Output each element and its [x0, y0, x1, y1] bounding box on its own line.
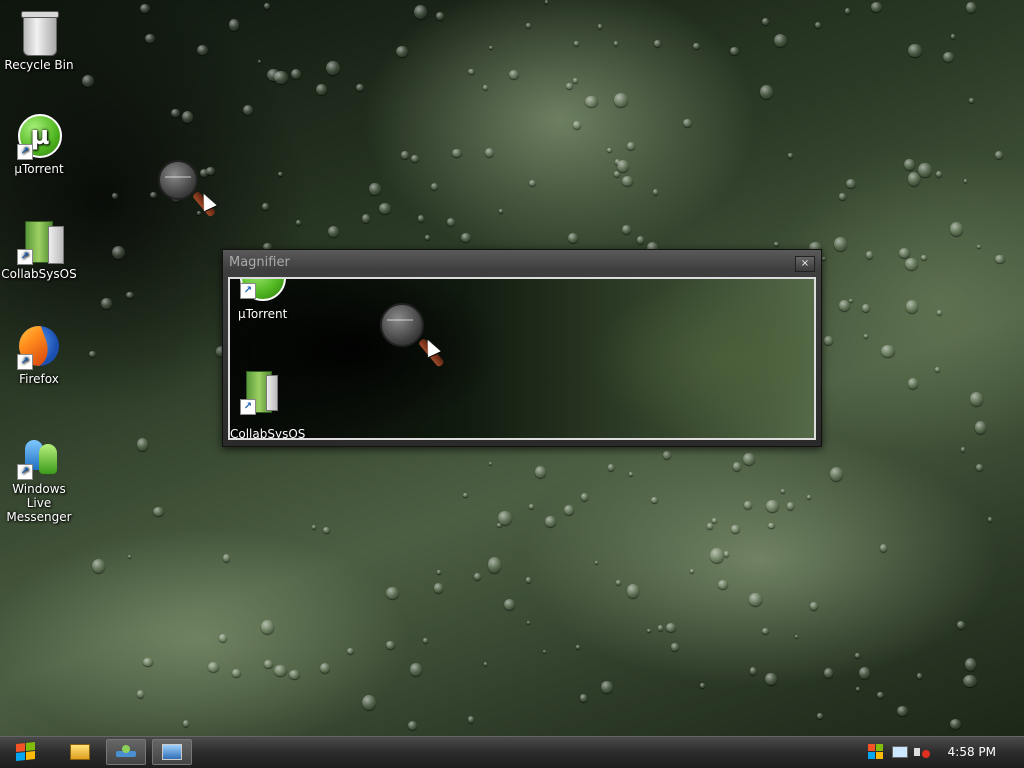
desktop-icon-label: Firefox [19, 372, 59, 386]
monitor-icon [162, 744, 182, 760]
desktop-icon-label: Recycle Bin [4, 58, 74, 72]
utorrent-desktop-icon[interactable]: µ ↗ µTorrent [0, 112, 78, 176]
taskbar-explorer-button[interactable] [60, 739, 100, 765]
taskbar-network-button[interactable] [106, 739, 146, 765]
magnified-label: µTorrent [238, 307, 288, 321]
taskbar: 4:58 PM [0, 736, 1024, 768]
magnified-view: ↗ µTorrent ↗ CollabSysOS [228, 277, 816, 440]
magnifier-title: Magnifier [229, 255, 290, 270]
start-button[interactable] [6, 739, 46, 765]
shortcut-arrow-icon: ↗ [17, 354, 33, 370]
messenger-icon: ↗ [15, 432, 63, 480]
recycle-bin-desktop-icon[interactable]: Recycle Bin [0, 8, 78, 72]
utorrent-icon: µ ↗ [15, 112, 63, 160]
magnified-label: CollabSysOS [230, 427, 306, 440]
volume-muted-tray-icon[interactable] [914, 744, 930, 760]
folder-icon: ↗ [240, 367, 280, 415]
magnifier-window[interactable]: Magnifier × ↗ µTorrent ↗ CollabSysOS [222, 249, 822, 447]
collabsysos-desktop-icon[interactable]: ↗ CollabSysOS [0, 217, 78, 281]
recycle-bin-icon [15, 8, 63, 56]
firefox-icon: ↗ [15, 322, 63, 370]
desktop-icon-label: CollabSysOS [1, 267, 77, 281]
network-tray-icon[interactable] [892, 744, 908, 760]
folder-icon: ↗ [15, 217, 64, 265]
shortcut-arrow-icon: ↗ [17, 144, 33, 160]
shortcut-arrow-icon: ↗ [17, 249, 33, 265]
windows-flag-tray-icon[interactable] [868, 744, 884, 760]
utorrent-icon: ↗ [238, 279, 288, 301]
windows-logo-icon [16, 742, 36, 762]
network-icon [116, 745, 136, 759]
shortcut-arrow-icon: ↗ [17, 464, 33, 480]
taskbar-clock[interactable]: 4:58 PM [948, 745, 996, 759]
firefox-desktop-icon[interactable]: ↗ Firefox [0, 322, 78, 386]
desktop-icon-label: Windows Live Messenger [6, 482, 72, 524]
desktop-icon-label: µTorrent [14, 162, 64, 176]
close-button[interactable]: × [795, 256, 815, 272]
folder-icon [70, 744, 90, 760]
taskbar-magnifier-button[interactable] [152, 739, 192, 765]
windows-live-messenger-desktop-icon[interactable]: ↗ Windows Live Messenger [0, 432, 78, 524]
